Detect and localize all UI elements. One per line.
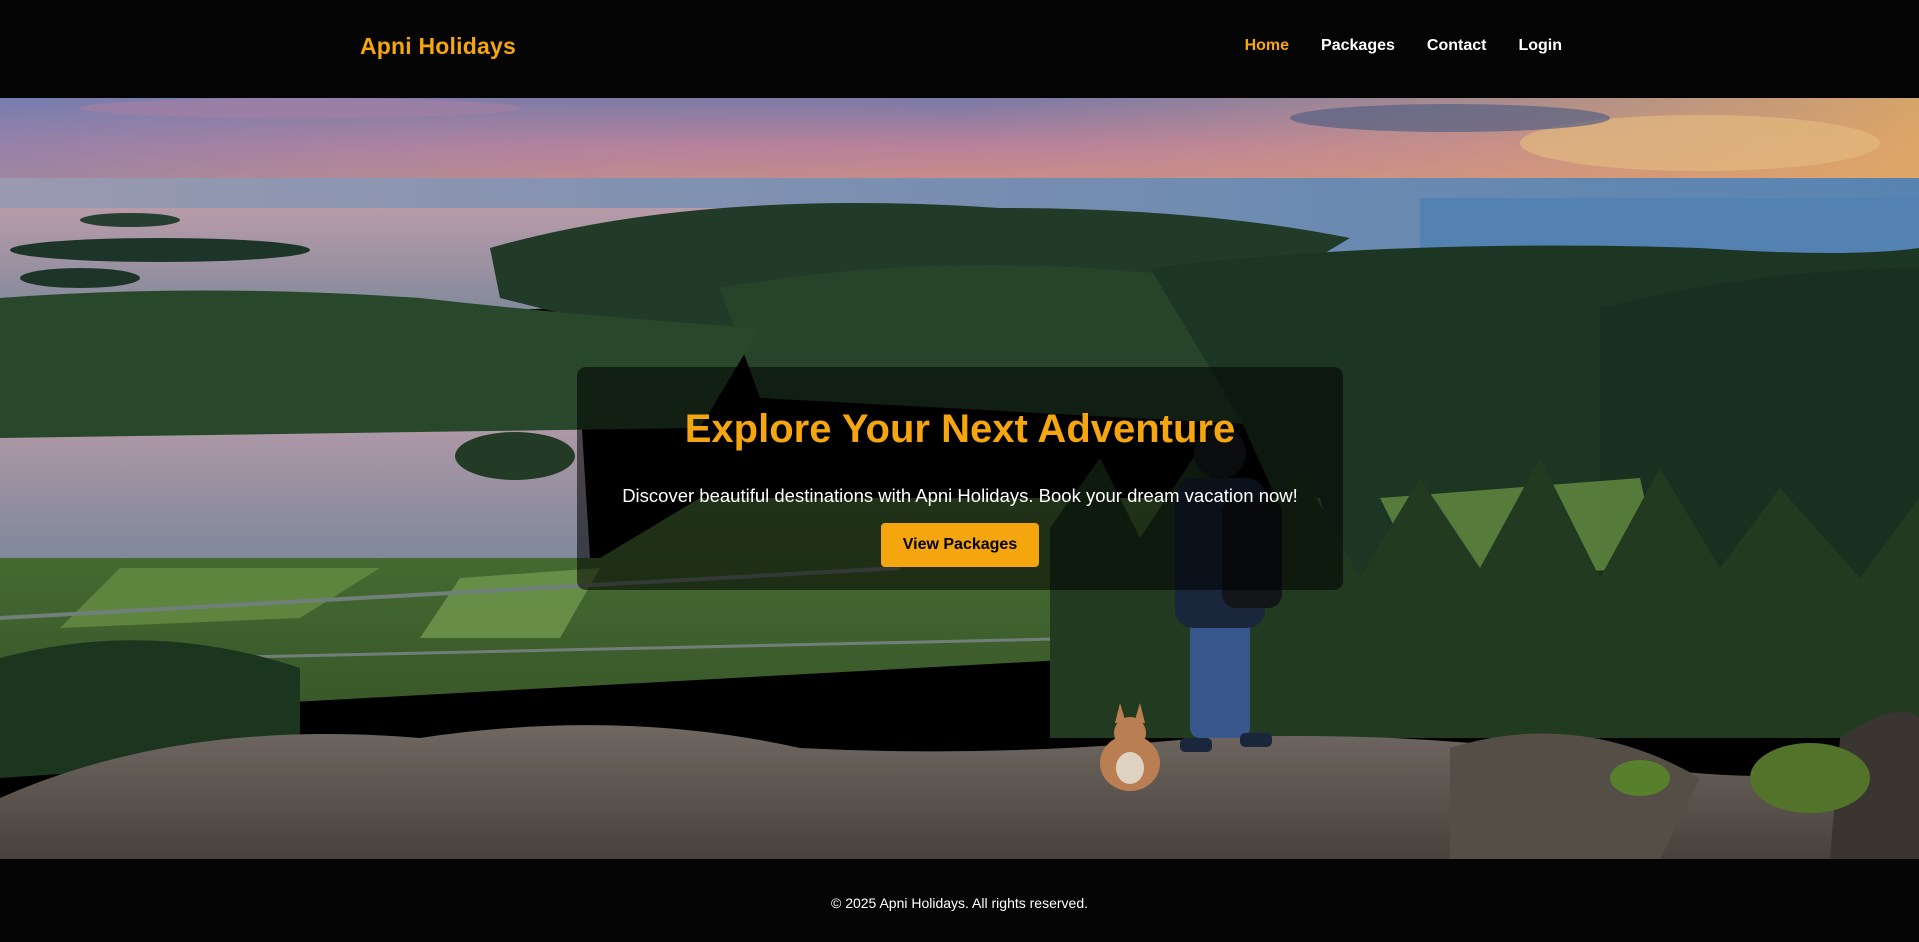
navbar: Apni Holidays Home Packages Contact Logi… — [0, 0, 1919, 98]
hero-section: Explore Your Next Adventure Discover bea… — [0, 98, 1919, 859]
nav-links: Home Packages Contact Login — [1245, 37, 1562, 55]
brand-logo[interactable]: Apni Holidays — [360, 33, 516, 60]
hero-subtitle: Discover beautiful destinations with Apn… — [622, 485, 1298, 506]
nav-link-login[interactable]: Login — [1518, 37, 1562, 54]
nav-item-login: Login — [1518, 37, 1562, 55]
hero-overlay-box: Explore Your Next Adventure Discover bea… — [577, 367, 1343, 590]
nav-link-contact[interactable]: Contact — [1427, 37, 1487, 54]
nav-item-contact: Contact — [1427, 37, 1487, 55]
footer: © 2025 Apni Holidays. All rights reserve… — [0, 859, 1919, 942]
nav-link-home[interactable]: Home — [1245, 37, 1289, 54]
view-packages-button[interactable]: View Packages — [881, 523, 1039, 567]
footer-copyright: © 2025 Apni Holidays. All rights reserve… — [830, 895, 1088, 911]
nav-item-home: Home — [1245, 37, 1289, 55]
hero-title: Explore Your Next Adventure — [684, 407, 1236, 451]
nav-link-packages[interactable]: Packages — [1321, 37, 1395, 54]
nav-item-packages: Packages — [1321, 37, 1395, 55]
